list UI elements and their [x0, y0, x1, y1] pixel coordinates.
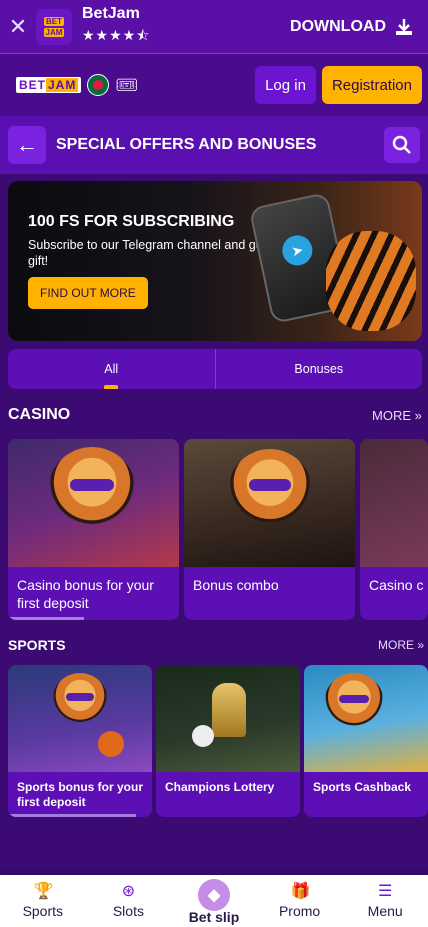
login-button[interactable]: Log in	[255, 66, 316, 104]
card-image	[8, 665, 152, 772]
tiger-image	[228, 449, 312, 533]
app-logo-bottom: JAM	[43, 27, 65, 37]
bonus-ticket-icon[interactable]: 🎟	[115, 75, 138, 96]
nav-slots[interactable]: ⊛ Slots	[86, 875, 172, 927]
nav-sports[interactable]: 🏆 Sports	[0, 875, 86, 927]
hero-title: 100 FS FOR SUBSCRIBING	[28, 213, 235, 230]
page-title-bar: ← SPECIAL OFFERS AND BONUSES	[0, 116, 428, 174]
tiger-paw-image	[326, 231, 416, 331]
card-progress	[8, 814, 136, 817]
chip-icon: ⊛	[121, 883, 136, 900]
casino-more-link[interactable]: MORE »	[372, 408, 422, 423]
tiger-image	[52, 673, 108, 729]
card-progress	[8, 617, 84, 620]
search-icon[interactable]	[384, 127, 420, 163]
card-image	[156, 665, 300, 772]
nav-menu[interactable]: ☰ Menu	[342, 875, 428, 927]
page-title: SPECIAL OFFERS AND BONUSES	[56, 136, 317, 153]
card-label: Sports bonus for your first deposit	[17, 780, 143, 809]
basketball-icon	[98, 731, 124, 757]
tab-all[interactable]: All	[8, 349, 215, 389]
nav-menu-label: Menu	[367, 903, 403, 919]
sports-section-title: SPORTS	[8, 637, 66, 653]
registration-button[interactable]: Registration	[321, 66, 422, 104]
card-image	[8, 439, 179, 567]
rating-stars: ★★★★⯪	[82, 26, 151, 43]
card-label: Casino c	[369, 577, 424, 593]
sports-more-link[interactable]: MORE »	[378, 638, 424, 652]
app-name: BetJam	[82, 4, 140, 22]
trophy-image	[212, 683, 246, 737]
card-image	[360, 439, 428, 567]
close-icon[interactable]: ✕	[0, 14, 36, 40]
download-icon	[396, 18, 412, 35]
nav-slots-label: Slots	[112, 903, 144, 919]
tab-bonuses[interactable]: Bonuses	[214, 349, 423, 389]
betjam-logo[interactable]: BET JAM	[16, 77, 82, 93]
logo-text: BET JAM	[16, 77, 82, 93]
card-label: Casino bonus for your first deposit	[17, 577, 154, 611]
site-header: BET JAM 🎟 Log in Registration	[0, 54, 428, 116]
hero-text: Subscribe to our Telegram channel and ge…	[28, 238, 277, 268]
app-info: BetJam ★★★★⯪	[82, 5, 150, 49]
casino-section-title: CASINO	[8, 406, 71, 423]
ticket-icon: ◆	[197, 879, 230, 911]
casino-card-bonus-combo[interactable]: Bonus combo	[184, 439, 355, 620]
card-image	[184, 439, 355, 567]
logo-text-a: BET	[19, 78, 46, 92]
gift-icon: 🎁	[290, 883, 311, 900]
nav-promo-label: Promo	[278, 903, 321, 919]
tiger-image	[48, 447, 136, 535]
trophy-icon: 🏆	[33, 883, 54, 900]
nav-bet-slip-label: Bet slip	[188, 909, 240, 925]
app-install-banner: ✕ BET JAM BetJam ★★★★⯪ DOWNLOAD	[0, 0, 428, 54]
sports-card-first-deposit[interactable]: Sports bonus for your first deposit	[8, 665, 152, 817]
card-label: Champions Lottery	[165, 780, 275, 794]
find-out-more-button[interactable]: FIND OUT MORE	[28, 277, 148, 309]
download-label: DOWNLOAD	[290, 17, 386, 35]
download-button[interactable]: DOWNLOAD	[290, 17, 414, 37]
bangladesh-flag-icon[interactable]	[87, 74, 110, 96]
nav-sports-label: Sports	[22, 903, 64, 919]
nav-bet-slip[interactable]: ◆ Bet slip	[171, 875, 257, 927]
back-arrow-icon[interactable]: ←	[8, 126, 46, 164]
bottom-navigation: 🏆 Sports ⊛ Slots ◆ Bet slip 🎁 Promo ☰ Me…	[0, 875, 428, 927]
filter-tabs: All Bonuses	[8, 349, 422, 389]
tiger-image	[324, 673, 384, 733]
nav-promo[interactable]: 🎁 Promo	[257, 875, 343, 927]
card-label: Sports Cashback	[313, 780, 412, 794]
card-label: Bonus combo	[193, 577, 279, 593]
telegram-promo-banner[interactable]: 100 FS FOR SUBSCRIBING Subscribe to our …	[8, 181, 422, 341]
logo-text-b: JAM	[46, 78, 79, 92]
casino-card-first-deposit[interactable]: Casino bonus for your first deposit	[8, 439, 179, 620]
casino-card-partial[interactable]: Casino c	[360, 439, 428, 620]
menu-icon: ☰	[378, 883, 393, 900]
sports-card-champions-lottery[interactable]: Champions Lottery	[156, 665, 300, 817]
card-image	[304, 665, 428, 772]
ball-icon	[192, 725, 214, 747]
app-logo: BET JAM	[36, 8, 72, 45]
telegram-icon: ➤	[279, 232, 316, 269]
app-logo-top: BET	[44, 16, 64, 26]
sports-card-cashback[interactable]: Sports Cashback	[304, 665, 428, 817]
